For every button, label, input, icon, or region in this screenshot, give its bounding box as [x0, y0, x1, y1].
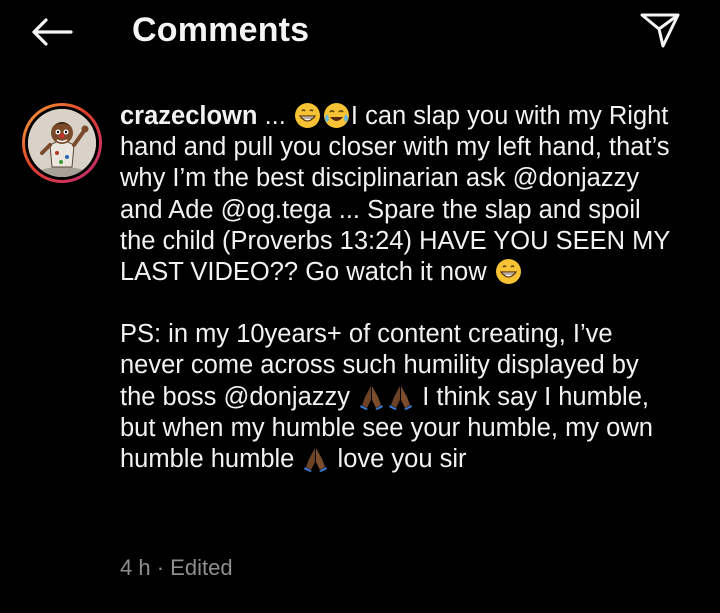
page-title: Comments	[132, 11, 310, 49]
folded-hands-icon	[302, 445, 329, 473]
comment-text-segment: ...	[257, 102, 293, 130]
comment-text: crazeclown ... I can slap you with my Ri…	[120, 101, 680, 475]
meta-separator: ·	[156, 555, 165, 580]
share-button[interactable]	[632, 8, 688, 52]
grinning-face-icon	[294, 102, 321, 129]
folded-hands-icon	[358, 383, 385, 410]
comment-meta: 4 h · Edited	[120, 553, 233, 583]
comment-timestamp: 4 h	[120, 555, 151, 580]
paper-plane-icon	[640, 13, 680, 48]
comment-paragraph-2: PS: in my 10years+ of content creating, …	[120, 319, 680, 475]
comment-text-segment: love you sir	[330, 445, 467, 474]
comment-paragraph-1: crazeclown ... I can slap you with my Ri…	[120, 101, 680, 288]
back-button[interactable]	[26, 10, 76, 54]
back-arrow-icon	[32, 18, 73, 46]
comment-username[interactable]: crazeclown	[120, 102, 257, 130]
comments-header: Comments	[0, 0, 720, 62]
clown-avatar-icon	[28, 109, 96, 177]
tears-of-joy-icon	[323, 102, 350, 129]
avatar[interactable]	[22, 103, 102, 183]
folded-hands-icon	[387, 383, 414, 410]
edited-label: Edited	[170, 555, 233, 580]
grinning-face-icon	[495, 258, 522, 285]
